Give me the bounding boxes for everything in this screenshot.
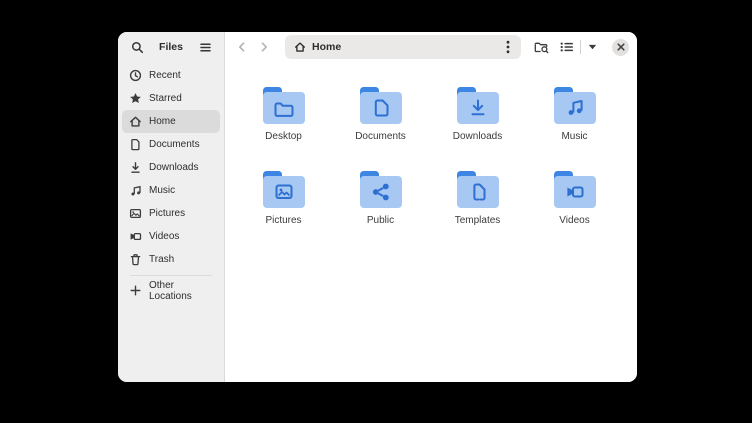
sidebar-item-home[interactable]: Home (122, 110, 220, 133)
sidebar-item-label: Recent (149, 70, 181, 81)
close-window-button[interactable] (612, 39, 629, 56)
back-button[interactable] (231, 36, 253, 58)
list-view-button[interactable] (557, 37, 577, 57)
search-icon (131, 41, 144, 54)
search-button[interactable] (127, 37, 147, 57)
desktop-background: Files Recent St (0, 0, 752, 423)
view-divider (580, 40, 581, 54)
folder-label: Pictures (265, 215, 301, 226)
files-window: Files Recent St (118, 32, 637, 382)
kebab-menu-icon (506, 40, 510, 54)
star-icon (129, 92, 142, 105)
music-notes-icon (129, 184, 142, 197)
chevron-down-icon (588, 44, 597, 50)
folder-documents[interactable]: Documents (332, 81, 429, 165)
chevron-left-icon (235, 40, 249, 54)
sidebar-item-pictures[interactable]: Pictures (122, 202, 220, 225)
main-menu-button[interactable] (195, 37, 215, 57)
sidebar-item-label: Documents (149, 139, 200, 150)
path-location[interactable]: Home (294, 41, 499, 53)
folder-label: Templates (455, 215, 501, 226)
main-pane: Home (225, 32, 637, 382)
folder-icon (454, 165, 502, 211)
sidebar-item-trash[interactable]: Trash (122, 248, 220, 271)
folder-label: Public (367, 215, 394, 226)
sidebar-item-downloads[interactable]: Downloads (122, 156, 220, 179)
folder-desktop[interactable]: Desktop (235, 81, 332, 165)
folder-label: Videos (559, 215, 589, 226)
folder-videos[interactable]: Videos (526, 165, 623, 249)
folder-icon (260, 165, 308, 211)
sidebar-item-label: Videos (149, 231, 179, 242)
folder-icon (551, 165, 599, 211)
folder-public[interactable]: Public (332, 165, 429, 249)
folder-icon (357, 81, 405, 127)
document-icon (129, 138, 142, 151)
sidebar-item-label: Starred (149, 93, 182, 104)
folder-label: Downloads (453, 131, 502, 142)
plus-icon (129, 284, 142, 297)
sidebar-item-label: Other Locations (149, 280, 216, 302)
chevron-right-icon (257, 40, 271, 54)
sidebar: Files Recent St (118, 32, 225, 382)
home-icon (294, 41, 306, 53)
folder-templates[interactable]: Templates (429, 165, 526, 249)
folder-search-icon (534, 41, 549, 54)
picture-icon (129, 207, 142, 220)
close-icon (617, 43, 625, 51)
sidebar-item-other-locations[interactable]: Other Locations (122, 279, 220, 302)
video-camera-icon (129, 230, 142, 243)
folder-grid: Desktop Documents (235, 81, 637, 249)
app-title: Files (159, 41, 183, 53)
trash-icon (129, 253, 142, 266)
sidebar-item-recent[interactable]: Recent (122, 64, 220, 87)
file-browser-content: Desktop Documents (225, 62, 637, 382)
sidebar-item-label: Music (149, 185, 175, 196)
sidebar-header: Files (118, 32, 224, 62)
header-bar: Home (225, 32, 637, 62)
folder-label: Documents (355, 131, 406, 142)
folder-icon (260, 81, 308, 127)
hamburger-menu-icon (199, 41, 212, 54)
sidebar-item-label: Trash (149, 254, 174, 265)
sidebar-item-starred[interactable]: Starred (122, 87, 220, 110)
folder-music[interactable]: Music (526, 81, 623, 165)
sidebar-item-music[interactable]: Music (122, 179, 220, 202)
folder-label: Desktop (265, 131, 302, 142)
list-view-icon (560, 41, 574, 53)
sidebar-item-label: Home (149, 116, 176, 127)
folder-icon (454, 81, 502, 127)
path-bar[interactable]: Home (285, 35, 521, 59)
folder-downloads[interactable]: Downloads (429, 81, 526, 165)
sidebar-separator (130, 275, 212, 276)
sidebar-item-label: Pictures (149, 208, 185, 219)
view-toggle-group (557, 37, 600, 57)
recent-clock-icon (129, 69, 142, 82)
folder-pictures[interactable]: Pictures (235, 165, 332, 249)
folder-icon (551, 81, 599, 127)
home-icon (129, 115, 142, 128)
forward-button[interactable] (253, 36, 275, 58)
download-icon (129, 161, 142, 174)
search-current-folder-button[interactable] (531, 37, 551, 57)
view-options-button[interactable] (584, 37, 600, 57)
sidebar-item-videos[interactable]: Videos (122, 225, 220, 248)
path-menu-button[interactable] (499, 38, 517, 56)
header-actions (531, 37, 629, 57)
sidebar-list: Recent Starred Home (118, 62, 224, 302)
sidebar-item-documents[interactable]: Documents (122, 133, 220, 156)
folder-label: Music (561, 131, 587, 142)
sidebar-item-label: Downloads (149, 162, 198, 173)
path-location-label: Home (312, 41, 341, 53)
folder-icon (357, 165, 405, 211)
